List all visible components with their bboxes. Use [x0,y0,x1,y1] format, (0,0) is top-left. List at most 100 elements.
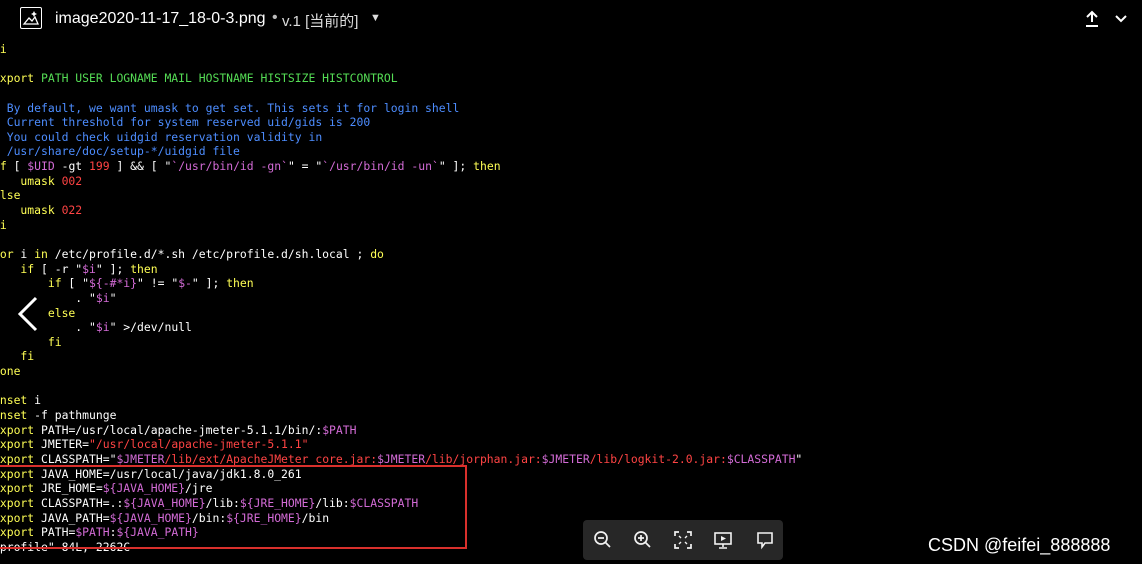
code-token: /etc/profile.d/*.sh /etc/profile.d/sh.lo… [47,246,371,261]
code-token: " [795,451,803,466]
terminal-line: else [0,188,1135,203]
terminal-line: for i in /etc/profile.d/*.sh /etc/profil… [0,247,1135,262]
code-token: $i [95,320,110,335]
code-token: $JMETER [116,451,165,466]
code-token: 002 [61,173,83,188]
code-token: " != " [137,276,179,291]
terminal-line: . "$i" [0,291,1135,306]
code-token: /lib/ext/ApacheJMeter_core.jar: [164,451,378,466]
terminal-line: if [ $UID -gt 199 ] && [ "`/usr/bin/id -… [0,159,1135,174]
code-token: -gt [54,159,90,174]
terminal-line: . "$i" >/dev/null [0,320,1135,335]
terminal-line: export JMETER="/usr/local/apache-jmeter-… [0,437,1135,452]
code-token: # Current threshold for system reserved … [0,115,371,130]
version-selector[interactable]: v.1 [当前的] [282,10,358,31]
code-token: CLASSPATH=" [34,451,117,466]
code-token: if [20,261,35,276]
code-token: umask [20,173,55,188]
code-token: " ]; [438,159,474,174]
code-token: 199 [89,159,110,174]
code-token: ${-#*i} [89,276,138,291]
image-toolbar [583,520,783,560]
separator: • [272,9,278,26]
code-token: [ " [61,276,90,291]
code-token: `/usr/bin/id -un` [322,159,439,174]
code-token: unset [0,408,28,423]
code-token: i [13,246,35,261]
code-token: -f pathmunge [27,408,117,423]
terminal-line: # By default, we want umask to get set. … [0,101,1135,116]
code-token: /lib/logkit-2.0.jar: [589,451,727,466]
comment-icon[interactable] [755,530,775,550]
zoom-in-icon[interactable] [633,530,653,550]
zoom-out-icon[interactable] [593,530,613,550]
terminal-line: else [0,306,1135,321]
code-token: else [0,188,21,203]
code-token: . " [0,290,96,305]
terminal-line: # /usr/share/doc/setup-*/uidgid file [0,144,1135,159]
code-token: PATH USER LOGNAME MAIL HOSTNAME HISTSIZE… [34,71,398,86]
terminal-line: unset -f pathmunge [0,408,1135,423]
terminal-line: done [0,364,1135,379]
code-token: export [0,437,35,452]
image-file-icon [20,7,42,29]
code-token: jorphan.jar: [459,451,542,466]
code-token: $PATH [322,422,357,437]
code-token: i [27,393,42,408]
code-token: $JMETER [541,451,590,466]
code-token: done [0,364,21,379]
code-token: "/usr/local/apache-jmeter-5.1.1" [89,437,309,452]
caret-down-icon[interactable]: ▼ [370,12,381,24]
fit-screen-icon[interactable] [673,530,693,550]
code-token: `/usr/bin/id -gn` [171,159,288,174]
code-token: " [109,290,117,305]
code-token: # You could check uidgid reservation val… [0,129,323,144]
code-token: if [0,159,7,174]
code-token: $UID [27,159,55,174]
chevron-down-icon[interactable] [1113,11,1129,27]
code-token: then [226,276,254,291]
code-token: in [34,246,48,261]
code-token: then [130,261,158,276]
code-token: for [0,246,14,261]
previous-arrow-icon[interactable] [16,296,42,332]
code-token: ] && [ " [109,159,172,174]
code-token: 022 [61,203,83,218]
terminal-line: # You could check uidgid reservation val… [0,130,1135,145]
code-token: . " [0,320,96,335]
code-token: then [473,159,501,174]
code-token: $i [82,261,96,276]
code-token: fi [0,42,7,56]
code-token: [ -r " [34,261,83,276]
terminal-line: if [ -r "$i" ]; then [0,262,1135,277]
code-token: export [0,422,35,437]
code-token: # By default, we want umask to get set. … [0,100,460,115]
code-token: [ [6,159,28,174]
code-token: fi [47,334,62,349]
terminal-line: # Current threshold for system reserved … [0,115,1135,130]
viewer-header: image2020-11-17_18-0-3.png • v.1 [当前的] ▼ [0,0,1142,40]
code-token: " >/dev/null [109,320,192,335]
terminal-line: fi [0,349,1135,364]
code-token: unset [0,393,28,408]
code-token: if [47,276,62,291]
upload-icon[interactable] [1084,10,1100,28]
code-token: /lib/ [425,451,460,466]
code-token: export [0,71,35,86]
code-token: $CLASSPATH [726,451,796,466]
code-token: JMETER= [34,437,90,452]
presentation-icon[interactable] [713,530,733,550]
code-token: umask [20,203,55,218]
code-token: fi [20,349,35,364]
code-token: " ]; [95,261,131,276]
terminal-line: export PATH USER LOGNAME MAIL HOSTNAME H… [0,71,1135,86]
file-name: image2020-11-17_18-0-3.png [55,10,266,27]
terminal-line: fi [0,218,1135,233]
watermark: CSDN @feifei_888888 [928,535,1111,555]
highlight-box [0,465,467,549]
terminal-line: export PATH=/usr/local/apache-jmeter-5.1… [0,423,1135,438]
code-token: # /usr/share/doc/setup-*/uidgid file [0,144,240,159]
